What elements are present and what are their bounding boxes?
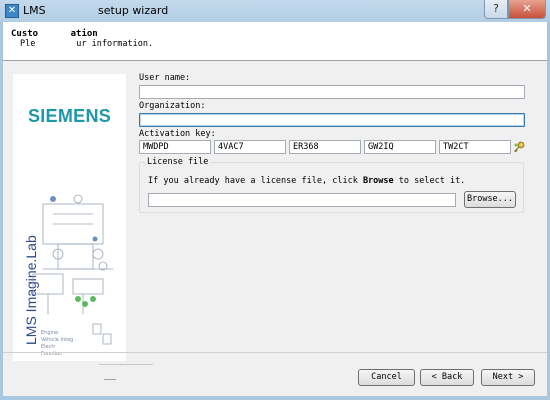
wizard-client-area: Custo ation Ple ur information. SIEMENS … (3, 22, 547, 396)
organization-input[interactable] (139, 113, 525, 127)
activation-key-part-5[interactable]: TW2CT (439, 140, 511, 154)
footer-brand-mark (104, 379, 116, 380)
app-x-icon: ✕ (5, 4, 19, 18)
license-file-group-title: License file (145, 157, 211, 167)
activation-key-part-3[interactable]: ER368 (289, 140, 361, 154)
license-description-browse: Browse (362, 176, 394, 186)
svg-text:Engine: Engine (41, 330, 58, 336)
license-file-input[interactable] (148, 193, 456, 207)
license-description: If you already have a license file, clic… (148, 176, 465, 186)
window-title: LMS setup wizard (23, 4, 169, 17)
key-icon[interactable] (513, 141, 525, 153)
footer-brand-line (99, 364, 153, 365)
browse-button[interactable]: Browse... (464, 191, 516, 208)
title-bar[interactable]: ✕ LMS setup wizard ? ✕ (0, 0, 550, 22)
license-file-group: License file If you already have a licen… (139, 157, 524, 213)
back-button[interactable]: < Back (420, 369, 474, 386)
svg-text:Electr: Electr (41, 344, 56, 350)
activation-key-part-4[interactable]: GW2IQ (364, 140, 436, 154)
siemens-logo: SIEMENS (27, 106, 112, 126)
help-button[interactable]: ? (484, 0, 508, 19)
activation-key-part-2[interactable]: 4VAC7 (214, 140, 286, 154)
license-description-post: to select it. (393, 176, 466, 186)
side-banner-image: SIEMENS LMS Imagine.Lab Engine Vehicle I… (13, 74, 126, 361)
user-name-label: User name: (139, 73, 191, 83)
wizard-header: Custo ation Ple ur information. (3, 22, 547, 61)
next-button[interactable]: Next > (481, 369, 535, 386)
close-button[interactable]: ✕ (508, 0, 546, 19)
system-diagram-icon: Engine Vehicle Integ Electr Function (32, 194, 113, 357)
organization-label: Organization: (139, 101, 206, 111)
svg-text:Vehicle Integ: Vehicle Integ (41, 337, 73, 343)
setup-wizard-window: ✕ LMS setup wizard ? ✕ Custo ation Ple u… (0, 0, 550, 400)
license-description-pre: If you already have a license file, clic… (148, 176, 363, 186)
cancel-button[interactable]: Cancel (358, 369, 415, 386)
footer-divider (3, 352, 547, 353)
user-name-input[interactable] (139, 85, 525, 99)
page-subtitle: Ple ur information. (20, 39, 154, 49)
activation-key-label: Activation key: (139, 129, 216, 139)
activation-key-part-1[interactable]: MWDPD (139, 140, 211, 154)
page-title: Custo ation (11, 29, 98, 39)
